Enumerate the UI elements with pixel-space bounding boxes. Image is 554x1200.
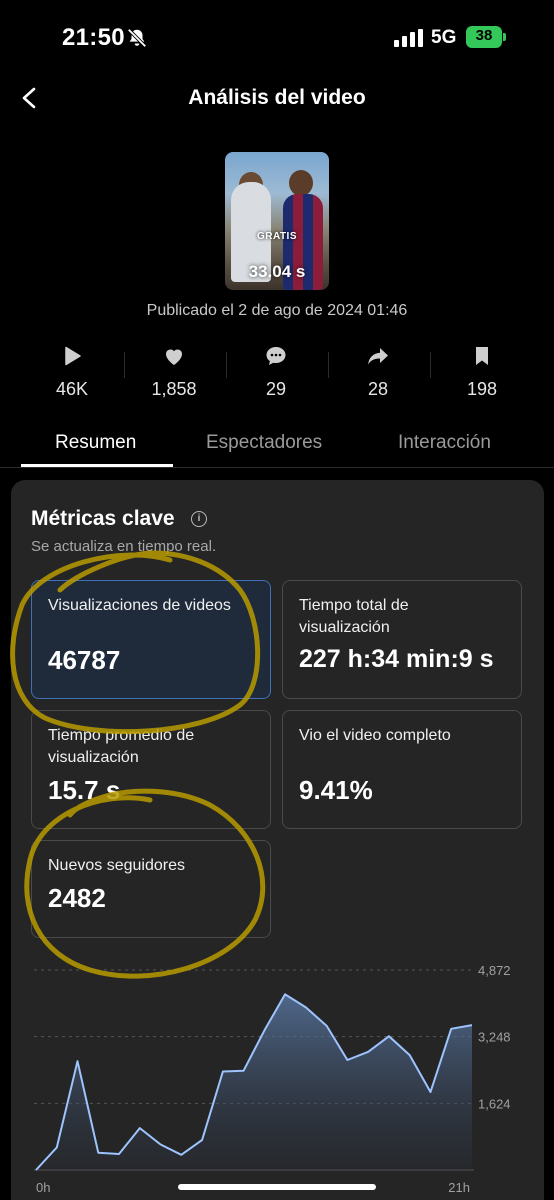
signal-icon bbox=[394, 29, 423, 47]
stat-comments-value: 29 bbox=[265, 379, 287, 399]
comment-icon bbox=[266, 347, 286, 365]
page-title: Análisis del video bbox=[188, 86, 366, 109]
stat-saves: 198 bbox=[432, 344, 532, 400]
metric-label: Tiempo total de visualización bbox=[299, 597, 409, 636]
chart-y-tick-label: 1,624 bbox=[478, 1096, 511, 1111]
stat-views-value: 46K bbox=[55, 379, 89, 399]
stat-likes-value: 1,858 bbox=[151, 379, 197, 399]
chart-y-tick-label: 4,872 bbox=[478, 963, 511, 978]
heart-icon bbox=[166, 349, 182, 365]
tab-divider bbox=[0, 467, 554, 468]
network-type: 5G bbox=[431, 27, 457, 48]
bell-muted-icon bbox=[127, 28, 147, 48]
metric-label: Tiempo promedio de visualización bbox=[48, 727, 195, 766]
video-thumbnail[interactable]: GRATIS 33.04 s bbox=[225, 152, 329, 290]
tab-espectadores[interactable]: Espectadores bbox=[206, 432, 322, 454]
play-icon bbox=[65, 346, 81, 366]
status-time: 21:50 bbox=[62, 24, 125, 51]
key-metrics-subtitle: Se actualiza en tiempo real. bbox=[31, 538, 217, 555]
stat-shares-value: 28 bbox=[367, 379, 389, 399]
metric-label: Nuevos seguidores bbox=[48, 857, 185, 874]
info-icon[interactable]: i bbox=[191, 511, 207, 527]
metric-value: 2482 bbox=[48, 883, 106, 913]
stat-comments: 29 bbox=[226, 344, 326, 400]
metric-label: Vio el video completo bbox=[299, 727, 451, 744]
chart-x-tick-label: 21h bbox=[448, 1180, 470, 1195]
metric-video-views[interactable]: Visualizaciones de videos 46787 bbox=[31, 580, 271, 699]
video-duration: 33.04 s bbox=[248, 262, 306, 281]
metric-new-followers[interactable]: Nuevos seguidores 2482 bbox=[31, 840, 271, 938]
metric-value: 46787 bbox=[48, 645, 121, 675]
thumbnail-overlay-text: GRATIS bbox=[256, 231, 298, 242]
tab-resumen[interactable]: Resumen bbox=[55, 432, 136, 454]
metric-label: Visualizaciones de videos bbox=[48, 597, 231, 614]
tab-interaccion[interactable]: Interacción bbox=[398, 432, 491, 454]
stat-likes: 1,858 bbox=[124, 344, 224, 400]
chart-area-fill bbox=[36, 994, 472, 1170]
chart-y-tick-label: 3,248 bbox=[478, 1030, 511, 1045]
status-bar: 21:50 5G 38 bbox=[0, 0, 554, 76]
share-icon bbox=[368, 348, 388, 365]
metric-watched-full-video[interactable]: Vio el video completo 9.41% bbox=[282, 710, 522, 829]
battery-icon: 38 bbox=[466, 26, 506, 48]
published-date: Publicado el 2 de ago de 2024 01:46 bbox=[146, 302, 408, 319]
stat-shares: 28 bbox=[328, 344, 428, 400]
active-tab-indicator bbox=[21, 464, 173, 467]
stat-views: 46K bbox=[22, 344, 122, 400]
key-metrics-title: Métricas clave bbox=[31, 507, 175, 530]
views-area-chart[interactable]: 4,872 3,248 1,624 0h 21h bbox=[34, 960, 520, 1200]
bookmark-icon bbox=[476, 347, 488, 365]
battery-level: 38 bbox=[475, 27, 493, 44]
metric-average-watch-time[interactable]: Tiempo promedio de visualización 15.7 s bbox=[31, 710, 271, 829]
metric-value: 227 h:34 min:9 s bbox=[299, 645, 494, 673]
metric-value: 15.7 s bbox=[48, 775, 121, 805]
home-indicator bbox=[178, 1184, 376, 1190]
metric-value: 9.41% bbox=[299, 775, 373, 805]
metric-total-watch-time[interactable]: Tiempo total de visualización 227 h:34 m… bbox=[282, 580, 522, 699]
stat-saves-value: 198 bbox=[466, 379, 498, 399]
chart-x-tick-label: 0h bbox=[36, 1180, 50, 1195]
